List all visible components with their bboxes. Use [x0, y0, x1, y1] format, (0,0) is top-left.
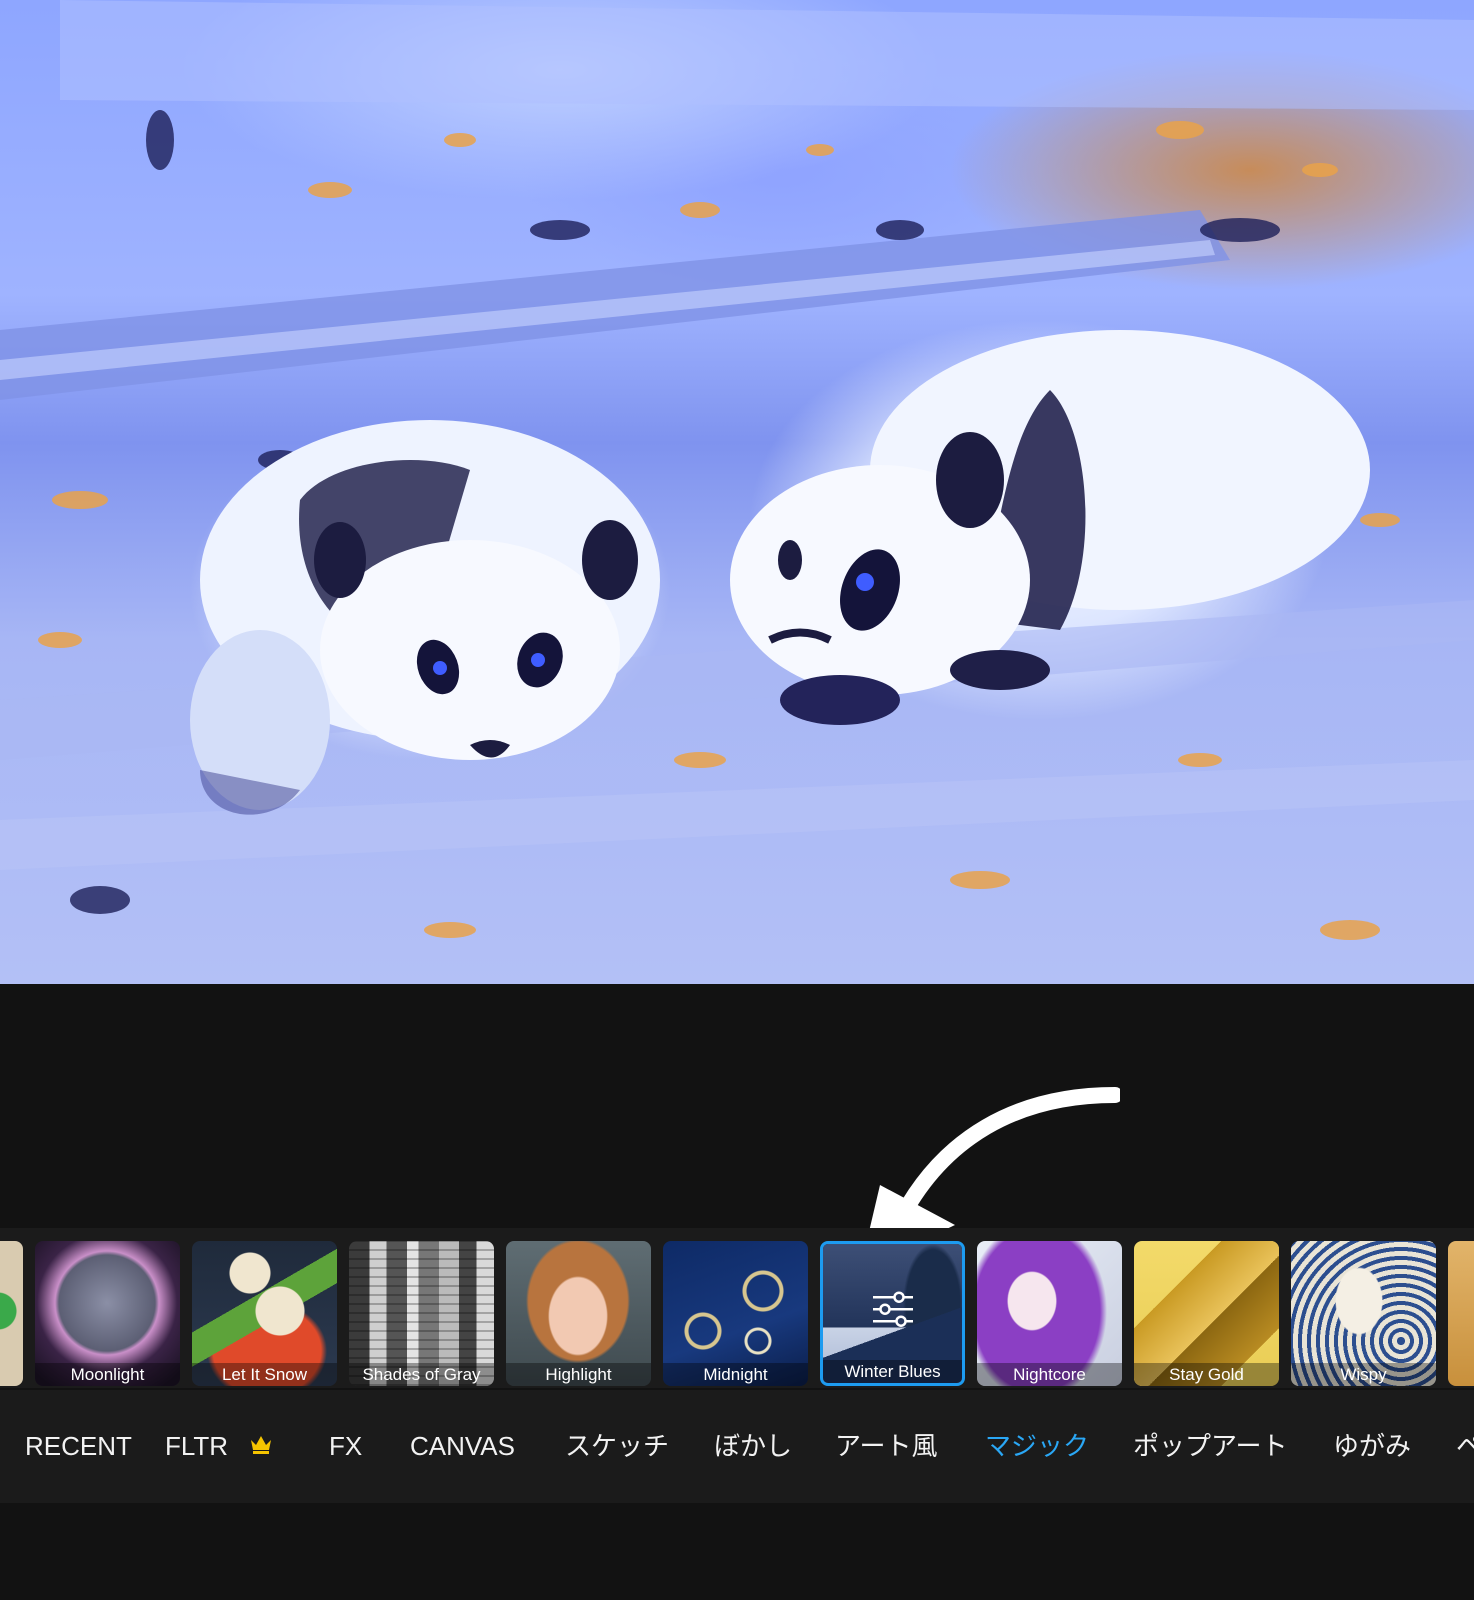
filter-strip[interactable]: Moonlight Let It Snow Shades of Gray Hig… — [0, 1228, 1474, 1388]
filter-label: Midnight — [663, 1363, 808, 1386]
filter-label: Shades of Gray — [349, 1363, 494, 1386]
category-magic[interactable]: マジック — [985, 1390, 1089, 1503]
filter-thumb-partial-right[interactable] — [1448, 1241, 1474, 1386]
category-distort[interactable]: ゆがみ — [1333, 1390, 1411, 1503]
filter-label: Nightcore — [977, 1363, 1122, 1386]
filter-thumb-shades-of-gray[interactable]: Shades of Gray — [349, 1241, 494, 1386]
category-bar[interactable]: RECENT FLTR FX CANVAS スケッチ ぼかし アート風 マジック… — [0, 1390, 1474, 1503]
category-art-style[interactable]: アート風 — [835, 1390, 937, 1503]
adjust-sliders-icon[interactable] — [871, 1289, 915, 1329]
crown-icon — [251, 1436, 271, 1454]
photo-preview — [0, 0, 1474, 984]
filter-thumb-winter-blues[interactable]: Winter Blues — [820, 1241, 965, 1386]
filter-thumb-let-it-snow[interactable]: Let It Snow — [192, 1241, 337, 1386]
filter-label: Stay Gold — [1134, 1363, 1279, 1386]
filter-thumb-wispy[interactable]: Wispy — [1291, 1241, 1436, 1386]
panda-painting — [0, 0, 1474, 940]
category-pop-art[interactable]: ポップアート — [1133, 1390, 1287, 1503]
filter-thumb-midnight[interactable]: Midnight — [663, 1241, 808, 1386]
filter-label: Winter Blues — [823, 1360, 962, 1383]
category-fx[interactable]: FX — [329, 1390, 362, 1503]
filter-thumb-nightcore[interactable]: Nightcore — [977, 1241, 1122, 1386]
filter-label: Wispy — [1291, 1363, 1436, 1386]
filter-thumb-stay-gold[interactable]: Stay Gold — [1134, 1241, 1279, 1386]
filter-thumb-moonlight[interactable]: Moonlight — [35, 1241, 180, 1386]
filter-thumb-partial-left[interactable] — [0, 1241, 23, 1386]
category-recent[interactable]: RECENT — [25, 1390, 132, 1503]
filter-label: Let It Snow — [192, 1363, 337, 1386]
category-partial[interactable]: ペ — [1456, 1390, 1474, 1503]
category-canvas[interactable]: CANVAS — [410, 1390, 515, 1503]
category-sketch[interactable]: スケッチ — [565, 1390, 669, 1503]
filter-label: Highlight — [506, 1363, 651, 1386]
left-panda — [190, 420, 660, 815]
category-blur[interactable]: ぼかし — [714, 1390, 792, 1503]
filter-label: Moonlight — [35, 1363, 180, 1386]
category-fltr[interactable]: FLTR — [165, 1390, 228, 1503]
filter-thumb-highlight[interactable]: Highlight — [506, 1241, 651, 1386]
